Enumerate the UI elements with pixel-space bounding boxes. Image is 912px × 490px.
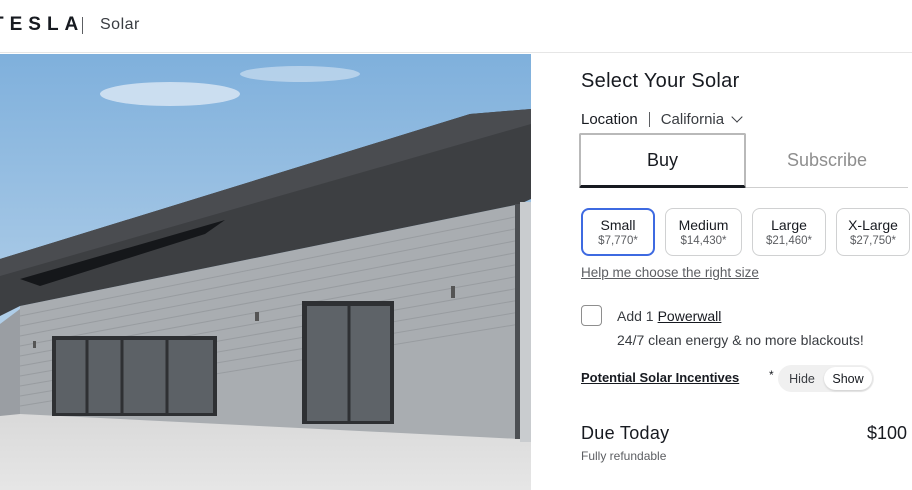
size-name: X-Large <box>848 216 898 233</box>
refundable-note: Fully refundable <box>581 449 667 463</box>
powerwall-checkbox[interactable] <box>581 305 602 326</box>
powerwall-add-text: Add 1 <box>617 308 654 324</box>
size-price: $14,430* <box>680 234 727 247</box>
size-name: Large <box>771 216 807 233</box>
incentives-toggle: Hide Show <box>778 365 874 392</box>
incentives-asterisk: * <box>769 368 774 382</box>
tab-subscribe[interactable]: Subscribe <box>746 133 908 188</box>
panel-title: Select Your Solar <box>581 70 740 92</box>
location-row: Location California <box>581 109 743 129</box>
size-name: Small <box>600 216 636 233</box>
top-nav: TESLA Solar <box>0 0 912 53</box>
location-divider <box>648 111 650 127</box>
location-dropdown[interactable]: California <box>660 110 743 128</box>
purchase-tabs: Buy Subscribe <box>579 133 908 188</box>
size-price: $21,460* <box>765 234 813 247</box>
solar-incentives-link[interactable]: Potential Solar Incentives <box>581 370 739 385</box>
size-options: Small $7,770* Medium $14,430* Large $21,… <box>581 208 910 256</box>
due-today-label: Due Today <box>581 423 670 443</box>
tab-buy[interactable]: Buy <box>579 133 746 188</box>
nav-divider <box>82 17 83 34</box>
chevron-down-icon <box>731 111 743 123</box>
incentives-hide-option[interactable]: Hide <box>780 367 824 390</box>
location-value: California <box>660 110 725 128</box>
size-option-large[interactable]: Large $21,460* <box>752 208 826 256</box>
size-option-medium[interactable]: Medium $14,430* <box>665 208 742 256</box>
house-solar-image <box>0 54 531 490</box>
powerwall-description: 24/7 clean energy & no more blackouts! <box>617 332 864 348</box>
powerwall-link[interactable]: Powerwall <box>658 308 722 324</box>
nav-product-label[interactable]: Solar <box>100 16 140 34</box>
due-today-amount: $100 <box>866 423 907 443</box>
location-label: Location <box>581 110 638 128</box>
help-choose-size-link[interactable]: Help me choose the right size <box>581 265 759 280</box>
powerwall-add-line: Add 1 Powerwall <box>617 308 721 324</box>
size-price: $7,770* <box>598 234 638 247</box>
incentives-show-option[interactable]: Show <box>824 367 872 390</box>
size-price: $27,750* <box>849 234 897 247</box>
size-option-x-large[interactable]: X-Large $27,750* <box>836 208 910 256</box>
configurator-panel: Select Your Solar Location California Bu… <box>531 54 912 490</box>
size-option-small[interactable]: Small $7,770* <box>581 208 655 256</box>
tesla-logo[interactable]: TESLA <box>0 14 84 36</box>
size-name: Medium <box>678 216 729 233</box>
